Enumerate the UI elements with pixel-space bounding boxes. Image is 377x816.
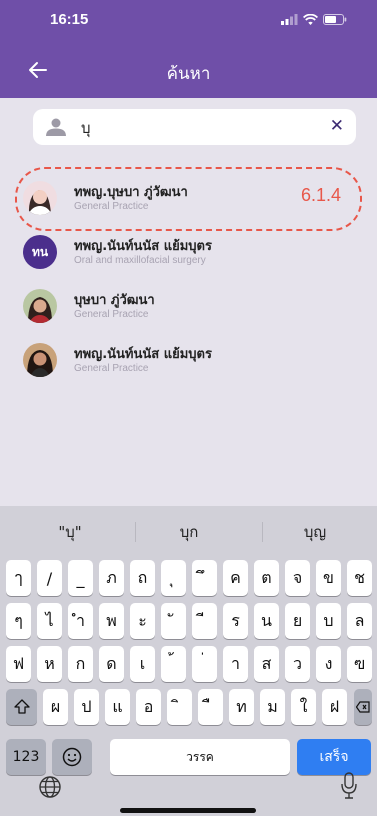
clear-icon[interactable]: ✕ — [330, 116, 344, 136]
home-indicator — [120, 808, 256, 813]
letter-key[interactable]: ๆ — [6, 603, 31, 639]
delete-key[interactable] — [354, 689, 372, 725]
letter-key[interactable]: า — [223, 646, 248, 682]
letter-key[interactable]: ว — [285, 646, 310, 682]
search-results-area: ✕ ทพญ.บุษบา ภู่วัฒนา General Practice ทน… — [0, 98, 377, 506]
letter-key[interactable]: ใ — [291, 689, 316, 725]
letter-key[interactable]: ี — [192, 603, 217, 639]
letter-key[interactable]: พ — [99, 603, 124, 639]
nav-bar: ค้นหา — [0, 52, 377, 94]
letter-key[interactable]: / — [37, 560, 62, 596]
letter-key[interactable]: ฃ — [347, 646, 372, 682]
result-name: บุษบา ภู่วัฒนา — [74, 293, 155, 308]
letter-key[interactable]: _ — [68, 560, 93, 596]
annotation-label: 6.1.4 — [301, 185, 342, 205]
letter-key[interactable]: เ — [130, 646, 155, 682]
app-header: 16:15 ค้นหา — [0, 0, 377, 98]
letter-key[interactable]: ท — [229, 689, 254, 725]
status-icons — [281, 14, 347, 25]
letter-key[interactable]: ส — [254, 646, 279, 682]
letter-key[interactable]: ห — [37, 646, 62, 682]
suggestion-item[interactable]: "บุ" — [10, 520, 130, 544]
person-icon — [46, 118, 66, 136]
result-item[interactable]: ทพญ.นันท์นนัส แย้มบุตร General Practice — [23, 339, 363, 381]
letter-key[interactable]: ึ — [192, 560, 217, 596]
keyboard: "บุ" บุก บุญ ๅ/_ภถุึคตจขชๆไำพะัีรนยบลฟหก… — [0, 506, 377, 816]
letter-key[interactable]: ด — [99, 646, 124, 682]
result-item[interactable]: ทน ทพญ.นันท์นนัส แย้มบุตร Oral and maxil… — [23, 231, 363, 273]
letter-key[interactable]: ร — [223, 603, 248, 639]
search-input[interactable] — [79, 115, 313, 141]
space-key[interactable]: วรรค — [110, 739, 290, 775]
letter-key[interactable]: ื — [198, 689, 223, 725]
letter-key[interactable]: น — [254, 603, 279, 639]
emoji-icon — [62, 747, 82, 767]
letter-key[interactable]: จ — [285, 560, 310, 596]
letter-key[interactable]: ป — [74, 689, 99, 725]
microphone-icon[interactable] — [340, 772, 358, 800]
result-name: ทพญ.นันท์นนัส แย้มบุตร — [74, 239, 212, 254]
letter-key[interactable]: ่ — [192, 646, 217, 682]
letter-key[interactable]: ผ — [43, 689, 68, 725]
result-name: ทพญ.นันท์นนัส แย้มบุตร — [74, 347, 212, 362]
letter-key[interactable]: ง — [316, 646, 341, 682]
suggestion-item[interactable]: บุญ — [255, 520, 375, 544]
avatar-initials: ทน — [23, 235, 57, 269]
letter-key[interactable]: ะ — [130, 603, 155, 639]
letter-key[interactable]: ำ — [68, 603, 93, 639]
shift-icon — [13, 699, 30, 714]
globe-icon[interactable] — [38, 775, 62, 799]
avatar — [23, 181, 57, 215]
result-specialty: General Practice — [74, 201, 149, 212]
result-name: ทพญ.บุษบา ภู่วัฒนา — [74, 185, 188, 200]
suggestion-bar: "บุ" บุก บุญ — [0, 520, 377, 544]
letter-key[interactable]: ฝ — [322, 689, 347, 725]
result-specialty: Oral and maxillofacial surgery — [74, 255, 206, 266]
battery-icon — [323, 14, 347, 25]
letter-key[interactable]: ถ — [130, 560, 155, 596]
letter-key[interactable]: ิ — [167, 689, 192, 725]
letter-key[interactable]: ข — [316, 560, 341, 596]
letter-key[interactable]: ั — [161, 603, 186, 639]
wifi-icon — [303, 14, 318, 25]
letter-key[interactable]: อ — [136, 689, 161, 725]
letter-key[interactable]: ค — [223, 560, 248, 596]
letter-key[interactable]: ไ — [37, 603, 62, 639]
signal-icon — [281, 14, 298, 25]
status-time: 16:15 — [50, 11, 89, 28]
letter-key[interactable]: ฟ — [6, 646, 31, 682]
letter-key[interactable]: ช — [347, 560, 372, 596]
delete-icon — [356, 701, 370, 713]
letter-key[interactable]: ๅ — [6, 560, 31, 596]
letter-key[interactable]: ม — [260, 689, 285, 725]
avatar — [23, 343, 57, 377]
letter-key[interactable]: ุ — [161, 560, 186, 596]
letter-key[interactable]: แ — [105, 689, 130, 725]
emoji-key[interactable] — [52, 739, 92, 775]
numbers-key[interactable]: 123 — [6, 739, 46, 775]
shift-key[interactable] — [6, 689, 37, 725]
letter-key[interactable]: ก — [68, 646, 93, 682]
suggestion-item[interactable]: บุก — [129, 520, 249, 544]
letter-key[interactable]: ภ — [99, 560, 124, 596]
letter-key[interactable]: ต — [254, 560, 279, 596]
result-specialty: General Practice — [74, 363, 149, 374]
letter-key[interactable]: ล — [347, 603, 372, 639]
search-bar[interactable]: ✕ — [33, 109, 356, 145]
letter-key[interactable]: ย — [285, 603, 310, 639]
page-title: ค้นหา — [166, 64, 211, 83]
letter-key[interactable]: ้ — [161, 646, 186, 682]
result-item[interactable]: บุษบา ภู่วัฒนา General Practice — [23, 285, 363, 327]
done-key[interactable]: เสร็จ — [297, 739, 371, 775]
avatar — [23, 289, 57, 323]
letter-key[interactable]: บ — [316, 603, 341, 639]
result-specialty: General Practice — [74, 309, 149, 320]
